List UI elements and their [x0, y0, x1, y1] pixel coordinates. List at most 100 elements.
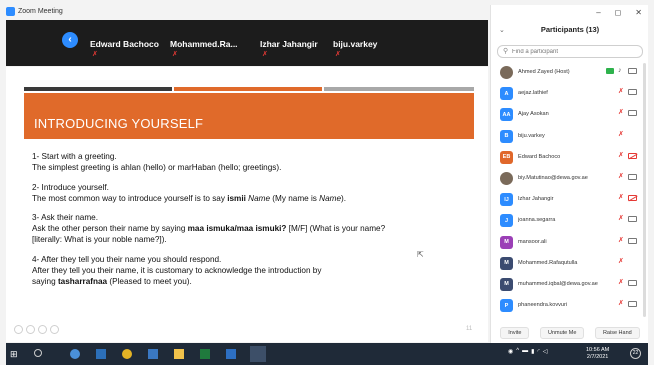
clock-time: 10:56 AM [586, 347, 610, 353]
app-icon[interactable] [70, 349, 80, 359]
participant-row[interactable]: AA Ajay Asokan ✗ [491, 105, 643, 126]
video-icon[interactable] [628, 68, 637, 74]
muted-mic-icon: ✗ [262, 51, 268, 58]
zoom-taskbar-icon[interactable] [250, 346, 266, 362]
search-icon[interactable] [34, 349, 42, 357]
muted-mic-icon[interactable]: ✗ [618, 88, 624, 95]
participant-name: mansoor.ali [518, 238, 547, 245]
participant-row[interactable]: Mmuhammed.iqbal@dewa.gov.ae ✗ [491, 275, 643, 296]
muted-mic-icon[interactable]: ✗ [618, 300, 624, 307]
outlook-icon[interactable] [226, 349, 236, 359]
slide-line: 2- Introduce yourself. [32, 182, 109, 192]
battery-icon[interactable]: ▬ [522, 348, 528, 355]
mic-icon[interactable]: ♪ [618, 67, 622, 74]
slide-zoom-icon[interactable] [50, 325, 59, 334]
muted-mic-icon[interactable]: ✗ [618, 215, 624, 222]
speaker-strip: ‹ Edward Bachoco ✗ Mohammed.Ra... ✗ Izha… [6, 20, 488, 66]
slide-text-run: The most common way to introduce yoursel… [32, 193, 228, 203]
participant-row[interactable]: Bbiju.varkey ✗ [491, 127, 643, 148]
volume-icon[interactable]: ◁ [543, 348, 548, 355]
app-icon[interactable] [148, 349, 158, 359]
participant-name: Izhar Jahangir [518, 196, 554, 203]
participant-row[interactable]: Aaejaz.lathief ✗ [491, 84, 643, 105]
windows-start-icon[interactable]: ⊞ [10, 349, 20, 359]
participant-row[interactable]: IJ Izhar Jahangir ✗ [491, 190, 643, 211]
slide-paragraph: 1- Start with a greeting. The simplest g… [32, 151, 472, 173]
participant-search[interactable]: ⚲ [497, 45, 643, 58]
network-icon[interactable]: ▮ [531, 348, 534, 355]
speaker-name: biju.varkey [333, 39, 378, 49]
slide-line: 4- After they tell you their name you sh… [32, 254, 222, 264]
unmute-me-button[interactable]: Unmute Me [539, 327, 585, 339]
app-icon[interactable] [96, 349, 106, 359]
muted-mic-icon[interactable]: ✗ [618, 173, 624, 180]
speaker-tile[interactable]: biju.varkey ✗ [333, 34, 377, 64]
speaker-tile[interactable]: Mohammed.Ra... ✗ [170, 34, 238, 64]
invite-button[interactable]: Invite [500, 327, 530, 339]
video-off-icon[interactable] [628, 195, 637, 202]
participant-row[interactable]: Ahmed Zayed (Host) ♪ [491, 63, 643, 84]
participant-row[interactable]: M Mohammed.Rafaqutulla ✗ [491, 254, 643, 275]
participants-panel: – ◻ ✕ ⌄ Participants (13) ⚲ Ahmed Zayed … [490, 5, 648, 343]
slide-line: After they tell you their name, it is cu… [32, 265, 322, 275]
muted-mic-icon[interactable]: ✗ [618, 237, 624, 244]
participant-row[interactable]: EB Edward Bachoco ✗ [491, 148, 643, 169]
video-icon[interactable] [628, 173, 637, 180]
slide-text-run: ). [341, 193, 347, 203]
participant-row[interactable]: Pphaneendra.kovvuri ✗ [491, 296, 643, 317]
excel-icon[interactable] [200, 349, 210, 359]
participant-name: muhammed.iqbal@dewa.gov.ae [518, 280, 598, 287]
file-explorer-icon[interactable] [174, 349, 184, 359]
slide-paragraph: 2- Introduce yourself. The most common w… [32, 182, 472, 204]
slide-text-run: (My name is [270, 193, 320, 203]
notification-icon[interactable]: 22 [630, 348, 641, 359]
chrome-icon[interactable] [122, 349, 132, 359]
participant-name: Ahmed Zayed (Host) [518, 69, 570, 75]
slide-next-icon[interactable] [26, 325, 35, 334]
participant-name: joanna.segarra [518, 217, 556, 224]
video-icon[interactable] [628, 301, 637, 308]
muted-mic-icon[interactable]: ✗ [618, 279, 624, 286]
participant-list-scrollbar[interactable] [643, 63, 646, 317]
speaker-tile[interactable]: Izhar Jahangir ✗ [260, 34, 318, 64]
slide-pen-icon[interactable] [38, 325, 47, 334]
muted-mic-icon[interactable]: ✗ [618, 258, 624, 265]
participant-row[interactable]: Jjoanna.segarra ✗ [491, 211, 643, 232]
tray-icon[interactable]: ◉ [508, 348, 513, 355]
minimize-icon[interactable]: – [596, 8, 600, 17]
slide-title: INTRODUCING YOURSELF [34, 116, 204, 131]
search-input[interactable] [512, 47, 640, 57]
raise-hand-button[interactable]: Raise Hand [594, 327, 640, 339]
slide-text-run: (Pleased to meet you). [107, 276, 192, 286]
participant-name: biy.Matutinao@dewa.gov.ae [518, 174, 588, 181]
slide-prev-icon[interactable] [14, 325, 23, 334]
avatar [500, 171, 513, 185]
video-icon[interactable] [628, 110, 637, 117]
muted-mic-icon[interactable]: ✗ [618, 131, 624, 138]
slide-bold-run: ismii [227, 193, 246, 203]
maximize-icon[interactable]: ◻ [615, 8, 622, 17]
muted-mic-icon[interactable]: ✗ [618, 194, 624, 201]
mouse-pointer-icon: ⇱ [417, 250, 424, 259]
clock-date: 2/7/2021 [586, 354, 609, 360]
muted-mic-icon[interactable]: ✗ [618, 152, 624, 159]
chevron-up-icon[interactable]: ^ [516, 348, 519, 355]
video-icon[interactable] [628, 216, 637, 223]
video-icon[interactable] [628, 237, 637, 244]
muted-mic-icon[interactable]: ✗ [618, 109, 624, 116]
participant-row[interactable]: Mmansoor.ali ✗ [491, 233, 643, 254]
participant-name: Mohammed.Rafaqutulla [518, 259, 578, 266]
wifi-icon[interactable]: ◜ [537, 348, 539, 355]
muted-mic-icon: ✗ [172, 51, 178, 58]
video-icon[interactable] [628, 279, 637, 286]
video-off-icon[interactable] [628, 152, 637, 159]
strip-left-arrow-button[interactable]: ‹ [62, 32, 78, 48]
slide-text-run: Ask the other person their name by sayin… [32, 224, 188, 233]
participant-row[interactable]: biy.Matutinao@dewa.gov.ae ✗ [491, 169, 643, 190]
slide-paragraph: 3- Ask their name. Ask the other person … [32, 212, 472, 245]
video-icon[interactable] [628, 89, 637, 96]
taskbar-clock[interactable]: 10:56 AM 2/7/2021 [586, 347, 609, 361]
speaker-tile[interactable]: Edward Bachoco ✗ [90, 34, 159, 64]
close-icon[interactable]: ✕ [635, 8, 642, 17]
window-title: Zoom Meeting [18, 8, 63, 15]
